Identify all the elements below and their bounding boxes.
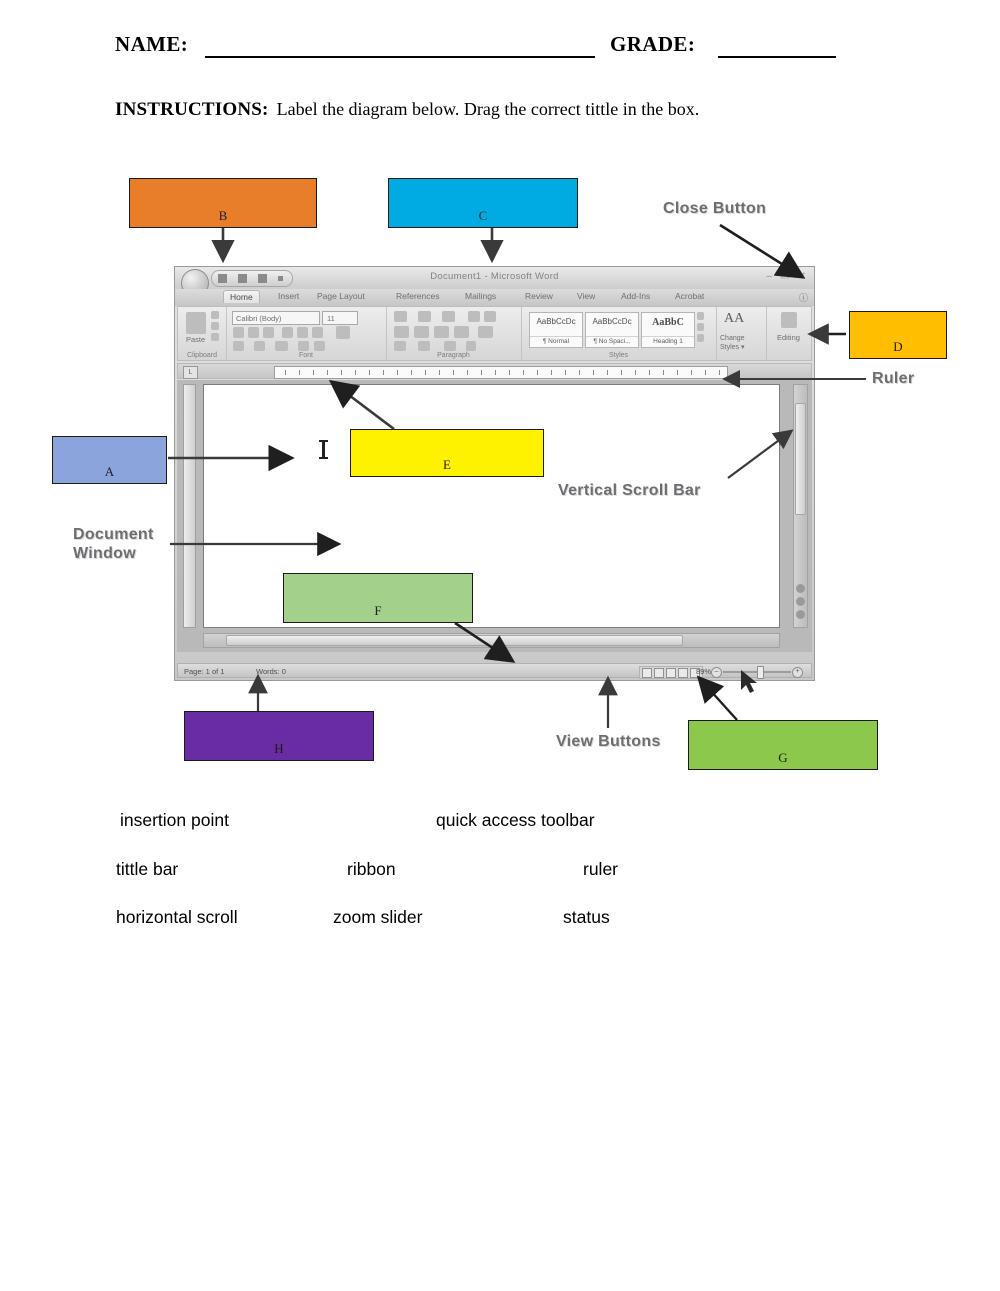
word-bank-insertion-point[interactable]: insertion point (120, 810, 229, 831)
arrow-close-button (719, 223, 806, 279)
word-bank-zoom-slider[interactable]: zoom slider (333, 907, 422, 928)
arrow-g-to-zoom-slider (696, 675, 738, 721)
word-bank-ruler[interactable]: ruler (583, 859, 618, 880)
word-bank-tittle-bar[interactable]: tittle bar (116, 859, 178, 880)
mouse-cursor-icon (741, 670, 757, 693)
word-bank-ribbon[interactable]: ribbon (347, 859, 396, 880)
arrow-layer (168, 223, 866, 728)
arrow-vertical-scroll-bar (727, 429, 794, 479)
arrow-e-to-ruler (328, 379, 395, 431)
word-bank-status[interactable]: status (563, 907, 610, 928)
word-bank-horizontal-scroll[interactable]: horizontal scroll (116, 907, 238, 928)
arrow-f-to-horizontal-scroll-bar (454, 621, 516, 663)
word-bank-quick-access-toolbar[interactable]: quick access toolbar (436, 810, 595, 831)
